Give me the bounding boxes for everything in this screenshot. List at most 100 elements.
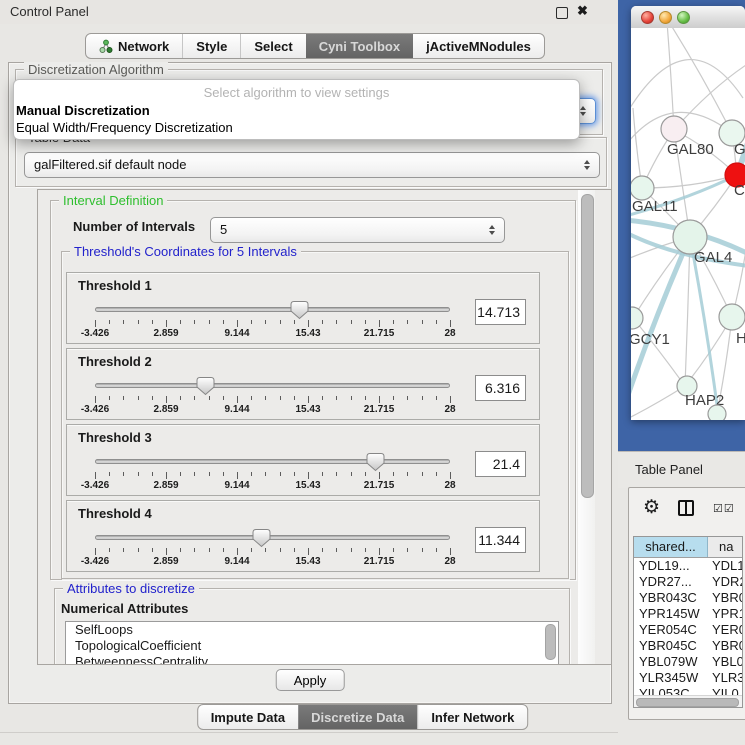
network-node-h[interactable]	[719, 304, 745, 330]
network-canvas[interactable]: GAL80GCGAL11GAL4GCY1HHAP2	[631, 28, 745, 420]
threshold-slider[interactable]: -3.4262.8599.14415.4321.71528	[95, 300, 450, 340]
network-node-gcy1[interactable]	[631, 307, 643, 329]
slider-track[interactable]	[95, 459, 450, 464]
table-row[interactable]: YBR045CYBR0	[634, 638, 742, 654]
cell-shared-name: YPR145W	[634, 606, 708, 622]
interval-definition-group-title: Interval Definition	[59, 193, 167, 208]
cyni-toolbox-panel: Discretization Algorithm Select algorith…	[8, 62, 612, 704]
tick-mark	[237, 320, 238, 327]
table-row[interactable]: YDR27...YDR2	[634, 574, 742, 590]
close-icon[interactable]: ✖	[577, 3, 588, 19]
threshold-value-field[interactable]: 11.344	[475, 527, 526, 553]
table-row[interactable]: YBR043CYBR0	[634, 590, 742, 606]
network-edge[interactable]	[631, 386, 685, 420]
control-panel-tabbar: Network Style Select Cyni Toolbox jActiv…	[85, 33, 545, 59]
tab-network[interactable]: Network	[86, 34, 182, 58]
network-graph[interactable]: GAL80GCGAL11GAL4GCY1HHAP2	[631, 28, 745, 420]
threshold-value-field[interactable]: 6.316	[475, 375, 526, 401]
column-header-name[interactable]: na	[708, 537, 742, 557]
numerical-attributes-list[interactable]: SelfLoopsTopologicalCoefficientBetweenne…	[65, 621, 559, 665]
select-columns-icons[interactable]: ☑☑	[713, 502, 735, 515]
float-panel-icon[interactable]	[556, 7, 568, 19]
tab-cyni-toolbox[interactable]: Cyni Toolbox	[306, 34, 413, 58]
network-node-gal11[interactable]	[631, 176, 654, 200]
network-node[interactable]	[708, 405, 726, 420]
table-panel-body: ⚙ ☑☑ shared... na YDL19...YDL1YDR27...YD…	[628, 487, 745, 720]
network-window-titlebar[interactable]	[631, 6, 745, 29]
threshold-slider[interactable]: -3.4262.8599.14415.4321.71528	[95, 452, 450, 492]
attribute-list-item[interactable]: BetweennessCentrality	[66, 654, 558, 665]
table-data-combobox[interactable]: galFiltered.sif default node	[24, 152, 600, 178]
table-row[interactable]: YER054CYER0	[634, 622, 742, 638]
tab-jactivemnodules[interactable]: jActiveMNodules	[413, 34, 544, 58]
zoom-window-icon[interactable]	[677, 11, 690, 24]
tick-mark	[308, 472, 309, 479]
threshold-value-field[interactable]: 14.713	[475, 299, 526, 325]
table-row[interactable]: YLR345WYLR3	[634, 670, 742, 686]
tab-network-label: Network	[118, 39, 169, 54]
number-of-intervals-combobox[interactable]: 5	[210, 217, 505, 243]
tick-mark	[209, 472, 210, 476]
algorithm-placeholder-option[interactable]: Select algorithm to view settings	[14, 85, 579, 100]
split-columns-icon[interactable]	[678, 500, 694, 516]
slider-track[interactable]	[95, 307, 450, 312]
threshold-value-field[interactable]: 21.4	[475, 451, 526, 477]
apply-button[interactable]: Apply	[276, 669, 345, 691]
tab-impute-data[interactable]: Impute Data	[198, 705, 298, 729]
tick-mark	[166, 396, 167, 403]
tick-mark	[294, 396, 295, 400]
tick-mark	[393, 548, 394, 552]
tick-label: 15.43	[283, 480, 333, 491]
slider-thumb[interactable]	[290, 300, 309, 320]
tick-mark	[237, 472, 238, 479]
network-edge[interactable]	[685, 237, 690, 386]
table-row[interactable]: YBL079WYBL0	[634, 654, 742, 670]
slider-thumb[interactable]	[252, 528, 271, 548]
tick-mark	[280, 320, 281, 324]
network-icon	[99, 39, 113, 54]
threshold-slider[interactable]: -3.4262.8599.14415.4321.71528	[95, 528, 450, 568]
tick-label: -3.426	[70, 480, 120, 491]
tick-label: 21.715	[354, 404, 404, 415]
slider-track[interactable]	[95, 535, 450, 540]
algorithm-option-equal-width[interactable]: Equal Width/Frequency Discretization	[16, 120, 233, 135]
tab-style[interactable]: Style	[182, 34, 240, 58]
cell-shared-name: YER054C	[634, 622, 708, 638]
control-panel-titlebar: Control Panel ✖	[0, 0, 618, 24]
combo-arrows-icon	[489, 225, 495, 235]
table-hscrollbar[interactable]	[634, 695, 742, 707]
table-panel-title: Table Panel	[635, 462, 703, 477]
slider-track[interactable]	[95, 383, 450, 388]
table-hscrollbar-thumb[interactable]	[636, 698, 739, 707]
tick-label: 21.715	[354, 328, 404, 339]
minimize-window-icon[interactable]	[659, 11, 672, 24]
tick-mark	[365, 320, 366, 324]
network-edge[interactable]	[667, 28, 674, 130]
tick-label: -3.426	[70, 556, 120, 567]
settings-scrollbar[interactable]	[578, 190, 595, 664]
table-row[interactable]: YPR145WYPR1	[634, 606, 742, 622]
threshold-slider[interactable]: -3.4262.8599.14415.4321.71528	[95, 376, 450, 416]
tab-infer-network[interactable]: Infer Network	[417, 705, 527, 729]
network-edge[interactable]	[631, 60, 743, 116]
attribute-list-item[interactable]: TopologicalCoefficient	[66, 638, 558, 654]
algorithm-option-manual[interactable]: Manual Discretization	[16, 103, 150, 118]
screen: Control Panel ✖ Network Style Select Cyn…	[0, 0, 745, 745]
network-node-gal80[interactable]	[661, 116, 687, 142]
slider-thumb[interactable]	[196, 376, 215, 396]
column-header-shared-name[interactable]: shared...	[634, 537, 708, 557]
gear-icon[interactable]: ⚙	[643, 496, 660, 519]
tab-discretize-data[interactable]: Discretize Data	[298, 705, 417, 729]
thresholds-group-title: Threshold's Coordinates for 5 Intervals	[70, 244, 301, 259]
tick-mark	[152, 548, 153, 552]
settings-scrollbar-thumb[interactable]	[581, 194, 594, 498]
tab-select[interactable]: Select	[240, 34, 305, 58]
discretization-algorithm-group-title: Discretization Algorithm	[24, 62, 168, 77]
table-rows: YDL19...YDL1YDR27...YDR2YBR043CYBR0YPR14…	[634, 558, 742, 697]
close-window-icon[interactable]	[641, 11, 654, 24]
slider-thumb[interactable]	[366, 452, 385, 472]
table-row[interactable]: YDL19...YDL1	[634, 558, 742, 574]
tick-mark	[152, 472, 153, 476]
list-scrollbar[interactable]	[545, 624, 556, 660]
attribute-list-item[interactable]: SelfLoops	[66, 622, 558, 638]
